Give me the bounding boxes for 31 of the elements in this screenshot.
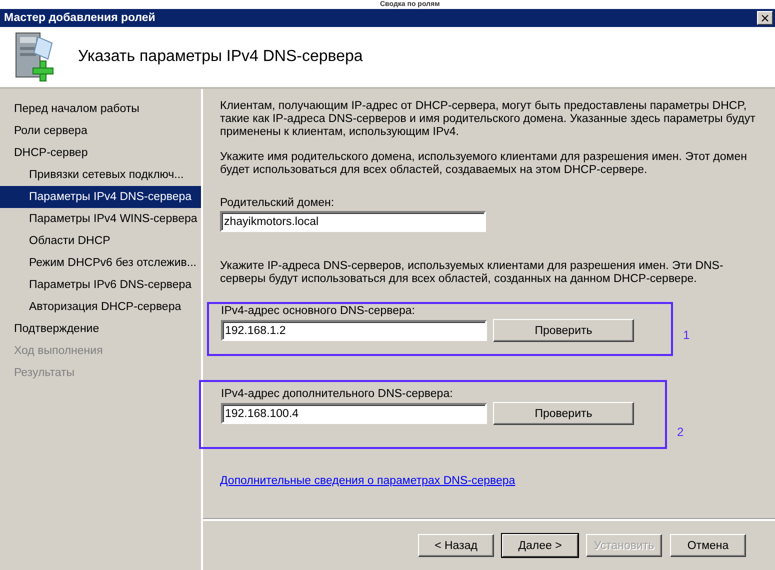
- domain-input-field[interactable]: zhayikmotors.local: [220, 211, 486, 232]
- sidebar-item[interactable]: Подтверждение: [0, 318, 201, 340]
- wizard-button[interactable]: Далее >: [502, 534, 578, 557]
- domain-hint-text: Укажите имя родительского домена, используемого клиентами для разрешения имен. Этот домен будет использоваться для всех областей, создаваемых на этом DHCP-сервере.: [220, 151, 748, 177]
- help-link[interactable]: Дополнительные сведения о параметрах DNS-сервера: [220, 475, 516, 487]
- annotation-number: 2: [677, 425, 684, 439]
- sidebar-item[interactable]: Авторизация DHCP-сервера: [0, 296, 201, 318]
- window-title: Мастер добавления ролей: [4, 12, 156, 24]
- annotation-number: 1: [683, 328, 690, 342]
- sidebar-item[interactable]: Параметры IPv4 WINS-сервера: [0, 208, 201, 230]
- sidebar-item[interactable]: Параметры IPv4 DNS-сервера: [0, 186, 201, 208]
- dns-hint-text: Укажите IP-адреса DNS-серверов, используемых клиентами для разрешения имен. Эти DNS-серверы будут использоваться для всех областей, созданных на данном DHCP-сервере.: [220, 260, 724, 286]
- wizard-button[interactable]: < Назад: [418, 534, 494, 557]
- intro-text: Клиентам, получающим IP-адрес от DHCP-сервера, могут быть предоставлены параметры DHCP, такие как IP-адреса DNS-серверов и имя родительского домена. Указанные здесь параметры будут применены к клиентам, использующим IPv4.: [220, 100, 756, 139]
- dns-input-field[interactable]: 192.168.100.4: [221, 403, 487, 424]
- sidebar-item[interactable]: Роли сервера: [0, 120, 201, 142]
- sidebar-item[interactable]: Перед началом работы: [0, 98, 201, 120]
- verify-button[interactable]: Проверить: [493, 402, 634, 425]
- sidebar-item[interactable]: Области DHCP: [0, 230, 201, 252]
- close-button[interactable]: ×: [757, 11, 773, 25]
- field-label: Родительский домен:: [220, 197, 336, 209]
- sidebar-item[interactable]: DHCP-сервер: [0, 142, 201, 164]
- page-title: Указать параметры IPv4 DNS-сервера: [78, 48, 363, 66]
- sidebar-item[interactable]: Привязки сетевых подключ...: [0, 164, 201, 186]
- verify-button[interactable]: Проверить: [493, 319, 634, 342]
- field-label: IPv4-адрес дополнительного DNS-сервера:: [221, 388, 454, 400]
- sidebar-item[interactable]: Режим DHCPv6 без отслежив...: [0, 252, 201, 274]
- field-label: IPv4-адрес основного DNS-сервера:: [221, 305, 416, 317]
- sidebar-item[interactable]: Параметры IPv6 DNS-сервера: [0, 274, 201, 296]
- dns-input-field[interactable]: 192.168.1.2: [221, 320, 487, 341]
- wizard-button[interactable]: Отмена: [670, 534, 746, 557]
